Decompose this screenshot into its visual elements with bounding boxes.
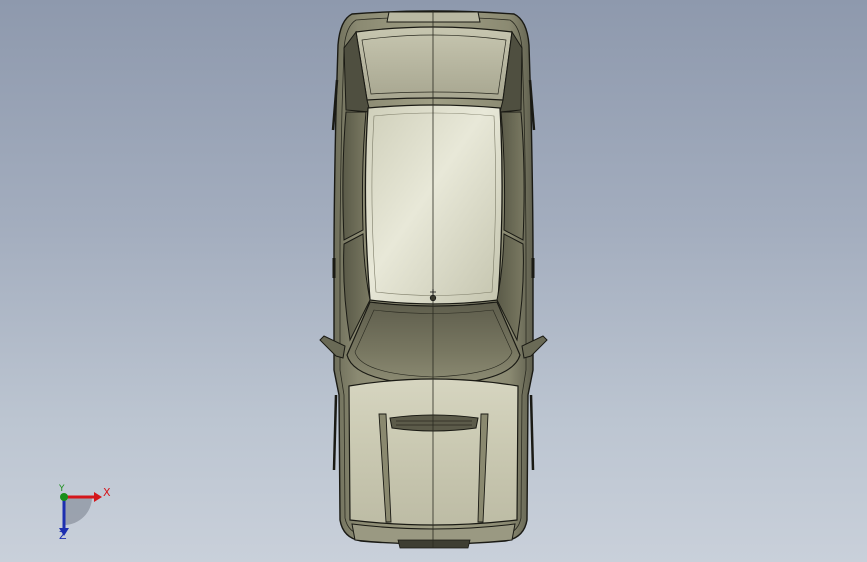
x-axis-label: X [103,486,111,499]
triad-shadow-icon [64,497,92,525]
y-axis-label: Y [59,484,65,494]
hood-panel[interactable] [348,378,519,526]
orientation-triad[interactable]: X Y Z [40,478,120,548]
z-axis-label: Z [59,529,67,542]
left-front-wheel-arch [332,394,338,471]
right-front-wheel-arch [529,394,535,471]
rear-spoiler [386,11,481,23]
left-rear-side-window [342,111,367,241]
windshield [346,301,521,386]
front-grille [397,539,471,549]
x-axis-arrowhead-icon [94,492,102,502]
hood-scoop [389,414,479,432]
car-model-top-view[interactable] [0,0,867,562]
right-rear-side-window [500,111,525,241]
graphics-viewport[interactable]: X Y Z [0,0,867,562]
roof-panel[interactable] [364,104,503,305]
